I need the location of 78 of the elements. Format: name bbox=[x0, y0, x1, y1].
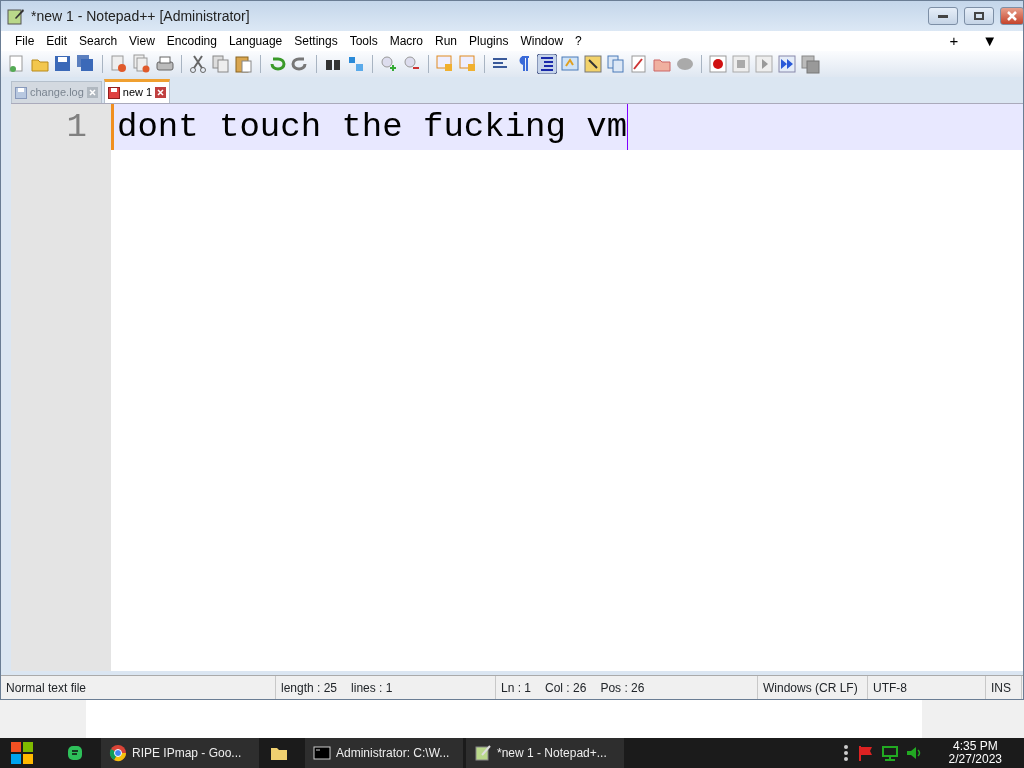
print-icon bbox=[155, 54, 175, 74]
scrollbar[interactable] bbox=[922, 700, 1024, 738]
toolbar-button[interactable] bbox=[188, 54, 208, 74]
function-list-icon bbox=[583, 54, 603, 74]
maximize-icon bbox=[974, 12, 984, 20]
toolbar-button[interactable] bbox=[583, 54, 603, 74]
document-icon bbox=[629, 54, 649, 74]
fast-forward-icon bbox=[777, 54, 797, 74]
close-all-icon bbox=[132, 54, 152, 74]
save-macro-icon bbox=[800, 54, 820, 74]
menu-item[interactable]: File bbox=[9, 32, 41, 50]
status-text: INS bbox=[991, 679, 1011, 697]
status-text: Col : 26 bbox=[545, 679, 587, 697]
menu-item[interactable]: Settings bbox=[288, 32, 344, 50]
menu-button[interactable]: + bbox=[943, 29, 965, 53]
doc-map-icon bbox=[560, 54, 580, 74]
menu-item[interactable]: Window bbox=[514, 32, 570, 50]
toolbar-button[interactable] bbox=[76, 54, 96, 74]
toolbar-button[interactable] bbox=[537, 54, 557, 74]
close-icon[interactable] bbox=[155, 87, 167, 98]
line-number: 1 bbox=[66, 107, 88, 148]
menu-button[interactable]: ▼ bbox=[976, 29, 1003, 53]
paste-icon bbox=[234, 54, 254, 74]
browser-icon bbox=[109, 744, 127, 762]
record-icon bbox=[708, 54, 728, 74]
toolbar-button[interactable] bbox=[777, 54, 797, 74]
menu-item[interactable]: Edit bbox=[40, 32, 74, 50]
speaker-icon[interactable] bbox=[904, 744, 923, 762]
toolbar-button[interactable] bbox=[708, 54, 728, 74]
replace-icon bbox=[346, 54, 366, 74]
network-icon[interactable] bbox=[880, 744, 899, 762]
menu-item[interactable]: Encoding bbox=[160, 32, 223, 50]
taskbar-button[interactable]: RIPE IPmap - Goo... bbox=[101, 738, 259, 768]
menu-item[interactable]: Macro bbox=[383, 32, 429, 50]
zoom-in-icon bbox=[379, 54, 399, 74]
taskbar-button[interactable]: *new 1 - Notepad+... bbox=[466, 738, 624, 768]
toolbar-button[interactable] bbox=[53, 54, 73, 74]
save-all-icon bbox=[76, 54, 96, 74]
status-text: Ln : 1 bbox=[501, 679, 532, 697]
minimize-icon bbox=[938, 14, 948, 18]
taskbar-button[interactable]: Administrator: C:\W... bbox=[305, 738, 463, 768]
cut-icon bbox=[188, 54, 208, 74]
indent-guide-icon bbox=[537, 54, 557, 74]
notepad-icon bbox=[474, 744, 492, 762]
clone-icon bbox=[606, 54, 626, 74]
menu-item[interactable]: Plugins bbox=[463, 32, 515, 50]
file-tab[interactable]: new 1 bbox=[103, 79, 171, 103]
clock-date[interactable]: 2/27/2023 bbox=[948, 753, 1002, 766]
status-text: Windows (CR LF) bbox=[763, 679, 858, 697]
saved-file-icon bbox=[15, 86, 27, 99]
clock-time[interactable]: 4:35 PM bbox=[952, 740, 998, 753]
stop-icon bbox=[731, 54, 751, 74]
close-button[interactable] bbox=[1000, 7, 1024, 25]
copy-icon bbox=[211, 54, 231, 74]
menu-item[interactable]: View bbox=[123, 32, 161, 50]
maximize-button[interactable] bbox=[964, 7, 994, 25]
app-icon bbox=[66, 744, 84, 762]
menu-item[interactable]: Run bbox=[429, 32, 464, 50]
menu-item[interactable]: Tools bbox=[343, 32, 384, 50]
close-file-icon bbox=[109, 54, 129, 74]
close-icon bbox=[1007, 11, 1017, 21]
window-title: *new 1 - Notepad++ [Administrator] bbox=[31, 6, 251, 26]
notepad-icon bbox=[7, 7, 25, 25]
save-icon bbox=[53, 54, 73, 74]
menu-item[interactable]: Language bbox=[222, 32, 289, 50]
play-icon bbox=[754, 54, 774, 74]
modified-file-icon bbox=[107, 86, 120, 99]
menu-item[interactable]: ? bbox=[569, 32, 588, 50]
minimize-button[interactable] bbox=[928, 7, 958, 25]
status-text: Pos : 26 bbox=[600, 679, 645, 697]
code-line: dont touch the fucking vm bbox=[117, 104, 629, 150]
status-text: UTF-8 bbox=[873, 679, 907, 697]
status-text: Normal text file bbox=[6, 679, 87, 697]
menu-item[interactable]: Search bbox=[73, 32, 124, 50]
flag-icon[interactable] bbox=[856, 744, 875, 762]
status-text: lines : 1 bbox=[351, 679, 393, 697]
status-text: length : 25 bbox=[281, 679, 338, 697]
console-icon bbox=[313, 744, 331, 762]
